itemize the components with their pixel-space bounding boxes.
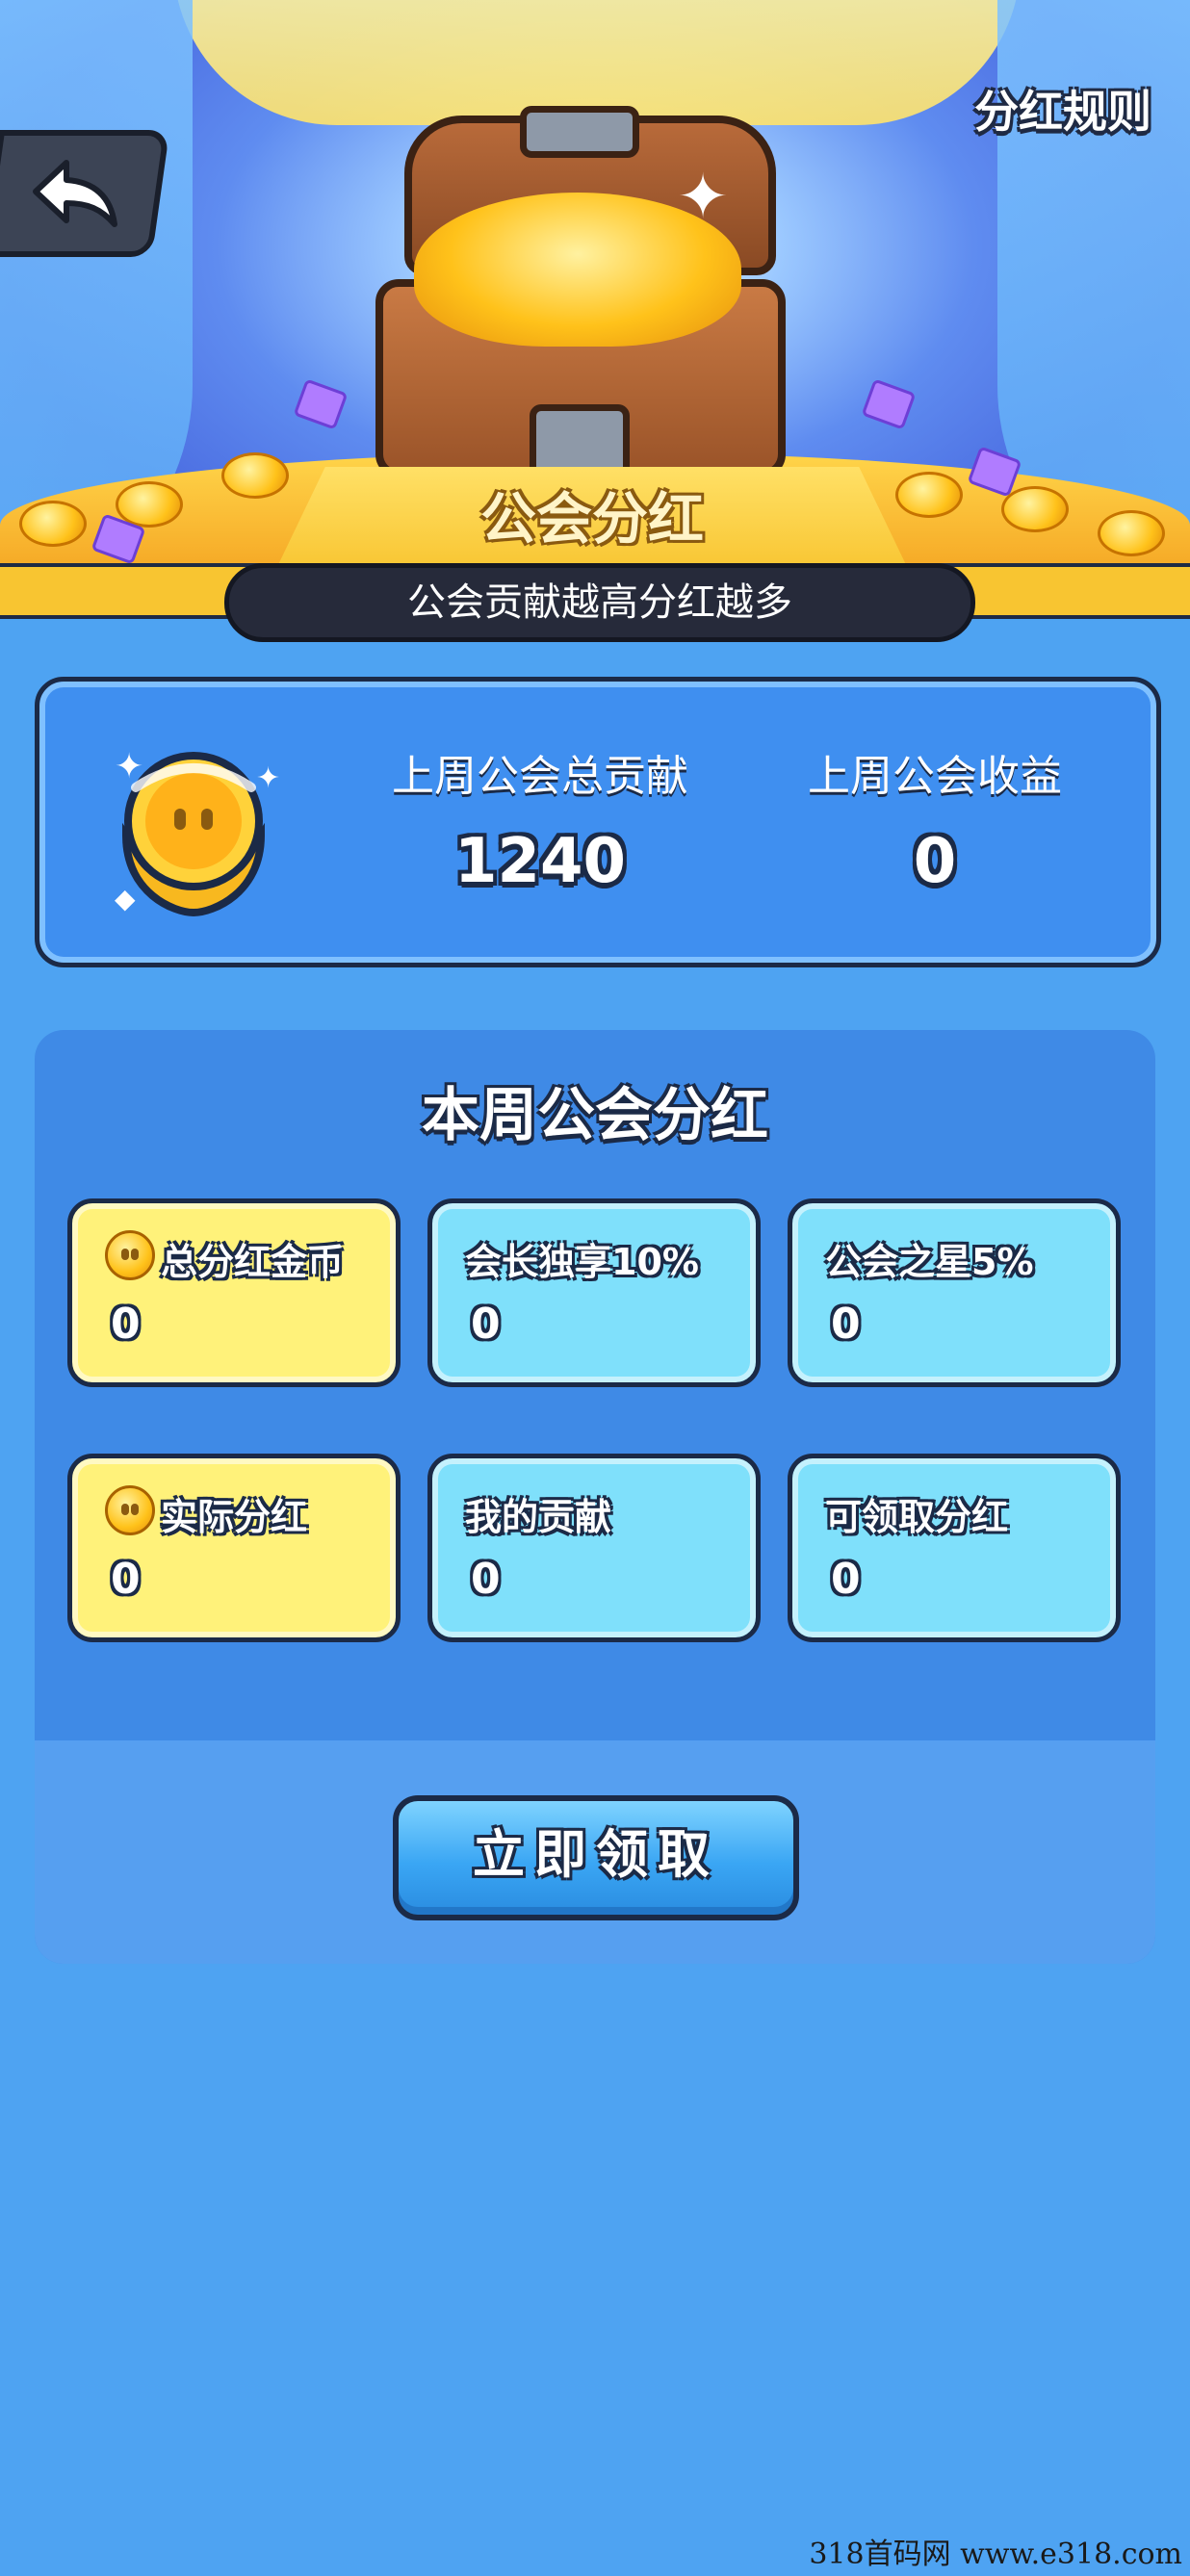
tile-label: 我的贡献: [465, 1496, 612, 1538]
tile-leader-share: 会长独享10% 0: [427, 1198, 761, 1387]
tile-claimable-dividend: 可领取分红 0: [788, 1454, 1121, 1642]
last-week-income-label: 上周公会收益: [808, 752, 1062, 801]
back-button[interactable]: [0, 130, 170, 257]
laurel-medal-icon: ✦ ✦ ◆: [115, 747, 280, 917]
tile-value: 0: [471, 1555, 501, 1604]
coin-icon: [105, 1485, 155, 1535]
tile-my-contribution: 我的贡献 0: [427, 1454, 761, 1642]
last-week-income-value: 0: [913, 826, 957, 897]
tile-label: 总分红金币: [161, 1241, 345, 1283]
tile-total-dividend-coins: 总分红金币 0: [67, 1198, 401, 1387]
watermark: 318首码网 www.e318.com: [809, 2537, 1182, 2571]
dividend-rules-link[interactable]: 分红规则: [974, 77, 1151, 141]
coin-icon: [105, 1230, 155, 1280]
tile-value: 0: [471, 1300, 501, 1349]
sparkle-icon: ✦: [677, 162, 729, 233]
tile-value: 0: [831, 1555, 861, 1604]
banner-subtitle: 公会贡献越高分红越多: [224, 563, 975, 642]
svg-text:◆: ◆: [115, 883, 136, 914]
tile-value: 0: [831, 1300, 861, 1349]
banner-title: 公会分红: [479, 486, 704, 552]
svg-text:✦: ✦: [115, 747, 143, 786]
tile-value: 0: [111, 1300, 141, 1349]
weekly-title: 本周公会分红: [422, 1082, 768, 1149]
last-week-stats-card: ✦ ✦ ◆ 上周公会总贡献 1240 上周公会收益 0: [35, 677, 1161, 967]
coin-icon: [1098, 510, 1165, 556]
tile-label: 实际分红: [161, 1496, 308, 1538]
tile-actual-dividend: 实际分红 0: [67, 1454, 401, 1642]
last-week-contribution-value: 1240: [453, 826, 627, 897]
back-arrow-icon: [32, 160, 117, 227]
gem-icon: [293, 378, 349, 430]
coin-icon: [1001, 486, 1069, 532]
svg-text:✦: ✦: [256, 761, 280, 795]
tile-value: 0: [111, 1555, 141, 1604]
coin-icon: [19, 501, 87, 547]
claim-now-button[interactable]: 立即领取: [393, 1795, 799, 1920]
tile-guild-star-share: 公会之星5% 0: [788, 1198, 1121, 1387]
tile-label: 可领取分红: [825, 1496, 1009, 1538]
gem-icon: [861, 378, 917, 430]
last-week-contribution-label: 上周公会总贡献: [392, 752, 688, 801]
tile-label: 会长独享10%: [465, 1241, 699, 1283]
tile-label: 公会之星5%: [825, 1241, 1034, 1283]
